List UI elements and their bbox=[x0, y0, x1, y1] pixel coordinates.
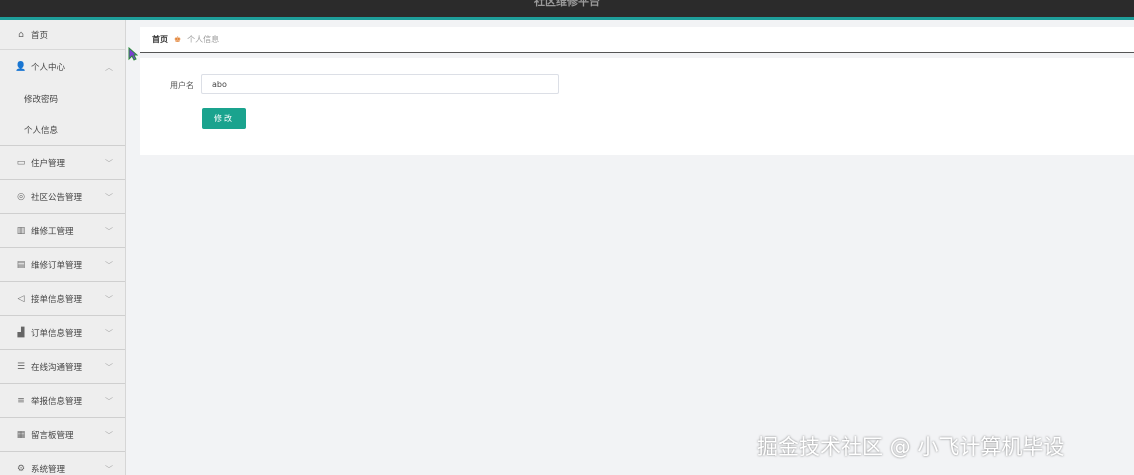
sidebar-item-label: 系统管理 bbox=[31, 464, 66, 475]
sidebar-subitem-change-password[interactable]: 修改密码 bbox=[0, 84, 125, 114]
list-icon: ≡ bbox=[17, 395, 25, 406]
sidebar: ⌂ 首页 👤 个人中心 ︿ 修改密码 个人信息 ▭ 住户管理 ﹀ ◎ 社区公告管… bbox=[0, 20, 126, 475]
breadcrumb-home[interactable]: 首页 bbox=[152, 34, 168, 45]
sidebar-item-home[interactable]: ⌂ 首页 bbox=[0, 20, 125, 50]
top-bar: 社区维修平台 bbox=[0, 0, 1134, 20]
chevron-down-icon: ﹀ bbox=[105, 397, 113, 406]
settings-icon: ⚙ bbox=[16, 463, 26, 474]
breadcrumb-separator-icon: ♚ bbox=[174, 35, 182, 44]
mouse-cursor-icon bbox=[128, 47, 138, 61]
sidebar-item-online-chat[interactable]: ☰ 在线沟通管理 ﹀ bbox=[0, 350, 125, 384]
chevron-down-icon: ﹀ bbox=[105, 159, 113, 168]
username-input[interactable] bbox=[201, 74, 559, 94]
bar-chart-icon: ▥ bbox=[16, 225, 26, 236]
sidebar-item-label: 在线沟通管理 bbox=[31, 362, 83, 373]
sidebar-subitem-label: 个人信息 bbox=[24, 125, 59, 136]
sidebar-item-label: 维修订单管理 bbox=[31, 260, 83, 271]
sidebar-subitem-label: 修改密码 bbox=[24, 95, 59, 105]
sidebar-item-label: 举报信息管理 bbox=[31, 396, 83, 407]
app-title: 社区维修平台 bbox=[534, 0, 600, 8]
sidebar-item-system[interactable]: ⚙ 系统管理 ﹀ bbox=[0, 452, 125, 475]
sidebar-item-residents[interactable]: ▭ 住户管理 ﹀ bbox=[0, 146, 125, 180]
chevron-down-icon: ﹀ bbox=[105, 431, 113, 440]
column-chart-icon: ▟ bbox=[17, 327, 25, 338]
sidebar-item-message-board[interactable]: ▦ 留言板管理 ﹀ bbox=[0, 418, 125, 452]
breadcrumb: 首页 ♚ 个人信息 bbox=[140, 27, 1134, 53]
sidebar-item-label: 接单信息管理 bbox=[31, 294, 83, 305]
grid-icon: ▦ bbox=[16, 429, 26, 440]
chevron-down-icon: ﹀ bbox=[105, 261, 113, 270]
chevron-down-icon: ﹀ bbox=[105, 193, 113, 202]
sidebar-item-label: 个人中心 bbox=[31, 63, 66, 73]
sidebar-item-label: 社区公告管理 bbox=[31, 192, 83, 203]
chevron-down-icon: ﹀ bbox=[105, 465, 113, 474]
modify-button[interactable]: 修改 bbox=[202, 108, 246, 129]
document-icon: ▤ bbox=[16, 259, 26, 270]
sidebar-subitem-personal-info[interactable]: 个人信息 bbox=[0, 114, 125, 146]
sidebar-item-reports[interactable]: ≡ 举报信息管理 ﹀ bbox=[0, 384, 125, 418]
watermark: 掘金技术社区 @ 小飞计算机毕设 bbox=[757, 435, 1065, 459]
sidebar-item-order-info[interactable]: ▟ 订单信息管理 ﹀ bbox=[0, 316, 125, 350]
filter-icon: ☰ bbox=[16, 361, 26, 372]
user-icon: 👤 bbox=[15, 62, 27, 72]
monitor-icon: ▭ bbox=[16, 157, 26, 168]
sidebar-item-repair-orders[interactable]: ▤ 维修订单管理 ﹀ bbox=[0, 248, 125, 282]
chevron-down-icon: ﹀ bbox=[105, 227, 113, 236]
sidebar-item-label: 维修工管理 bbox=[31, 226, 74, 237]
sidebar-item-label: 住户管理 bbox=[31, 158, 66, 169]
sidebar-item-personal-center[interactable]: 👤 个人中心 ︿ bbox=[0, 50, 125, 84]
personal-info-form: 用户名 修改 bbox=[140, 58, 1134, 155]
circle-icon: ◎ bbox=[17, 191, 25, 202]
sidebar-item-repairmen[interactable]: ▥ 维修工管理 ﹀ bbox=[0, 214, 125, 248]
sidebar-item-label: 订单信息管理 bbox=[31, 328, 83, 339]
chevron-up-icon: ︿ bbox=[105, 63, 113, 72]
chevron-down-icon: ﹀ bbox=[105, 329, 113, 338]
home-icon: ⌂ bbox=[18, 29, 24, 40]
sidebar-item-label: 留言板管理 bbox=[31, 430, 74, 441]
sidebar-item-label: 首页 bbox=[31, 30, 49, 41]
chevron-down-icon: ﹀ bbox=[105, 295, 113, 304]
send-icon: ◁ bbox=[17, 293, 25, 304]
sidebar-item-announcements[interactable]: ◎ 社区公告管理 ﹀ bbox=[0, 180, 125, 214]
username-label: 用户名 bbox=[170, 81, 194, 90]
breadcrumb-current: 个人信息 bbox=[187, 35, 220, 44]
sidebar-item-order-taking[interactable]: ◁ 接单信息管理 ﹀ bbox=[0, 282, 125, 316]
chevron-down-icon: ﹀ bbox=[105, 363, 113, 372]
